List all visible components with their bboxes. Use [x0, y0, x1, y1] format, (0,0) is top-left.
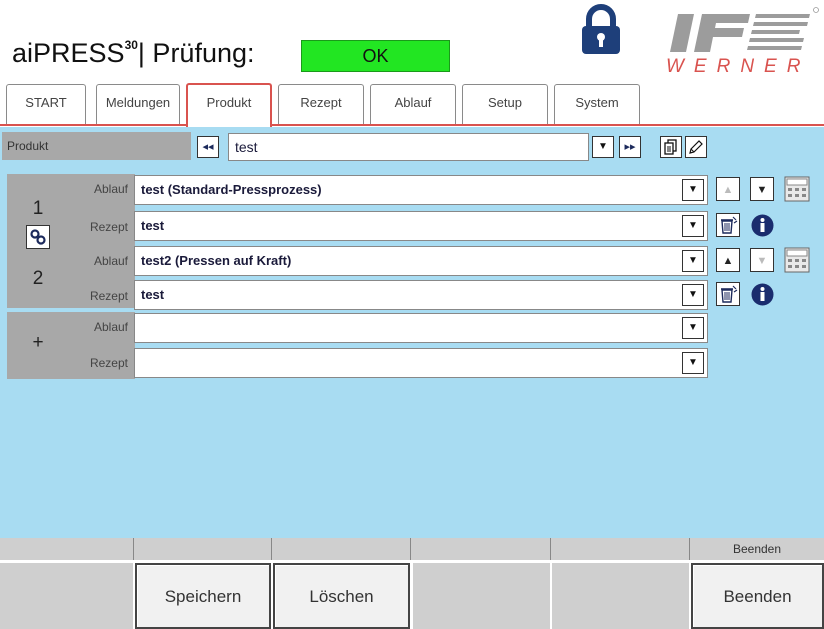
arrow-up-icon: ▲: [722, 255, 734, 267]
step-1-move-up-button[interactable]: ▲: [716, 177, 740, 201]
step-2-move-down-button[interactable]: ▼: [750, 248, 774, 272]
dropdown-arrow-icon: ▼: [688, 289, 698, 300]
next-product-button[interactable]: ▸▸: [619, 136, 641, 158]
dropdown-arrow-icon: ▼: [688, 184, 698, 195]
double-right-arrow-icon: ▸▸: [624, 141, 636, 153]
footer-bar-5: [551, 538, 690, 560]
step-2-delete-button[interactable]: [716, 282, 740, 306]
step-1-move-down-button[interactable]: ▼: [750, 177, 774, 201]
product-field[interactable]: test: [228, 133, 589, 161]
copy-product-button[interactable]: [660, 136, 682, 158]
tab-start[interactable]: START: [6, 84, 86, 124]
new-step-ablauf-label: Ablauf: [93, 320, 128, 334]
new-step-ablauf-field[interactable]: [134, 313, 708, 343]
new-step-rezept-dropdown[interactable]: ▼: [682, 352, 704, 374]
trash-icon: [721, 285, 738, 303]
edit-product-button[interactable]: [685, 136, 707, 158]
dropdown-arrow-icon: ▼: [598, 141, 608, 152]
arrow-down-icon: ▼: [756, 184, 768, 196]
step-2-rezept-label: Rezept: [89, 289, 128, 303]
step-1-delete-button[interactable]: [716, 213, 740, 237]
tab-produkt[interactable]: Produkt: [186, 83, 272, 127]
dropdown-arrow-icon: ▼: [688, 255, 698, 266]
dropdown-arrow-icon: ▼: [688, 220, 698, 231]
info-icon: [751, 214, 774, 237]
calculator-icon: [784, 247, 810, 273]
calculator-icon: [784, 176, 810, 202]
arrow-up-icon: ▲: [722, 184, 734, 196]
step-1-ablauf-label: Ablauf: [93, 182, 128, 196]
app-name: aiPRESS: [12, 38, 125, 68]
step-number-2: 2: [32, 268, 44, 289]
lock-icon[interactable]: [578, 4, 624, 56]
trash-icon: [721, 216, 738, 234]
copy-icon: [664, 139, 677, 155]
footer-bar-1: [0, 538, 134, 560]
logo-text: WERNER: [666, 56, 811, 77]
page-title: aiPRESS30| Prüfung:: [12, 38, 255, 69]
arrow-down-icon: ▼: [756, 255, 768, 267]
company-logo: WERNER: [660, 6, 820, 80]
add-step-symbol[interactable]: +: [28, 332, 48, 354]
dropdown-arrow-icon: ▼: [688, 322, 698, 333]
delete-button[interactable]: Löschen: [273, 563, 410, 629]
product-dropdown-button[interactable]: ▼: [592, 136, 614, 158]
step-2-rezept-dropdown[interactable]: ▼: [682, 284, 704, 306]
step-2-ablauf-label: Ablauf: [93, 254, 128, 268]
step-2-info-button[interactable]: [751, 283, 774, 306]
footer-button-empty-1: [0, 563, 133, 629]
new-step-ablauf-dropdown[interactable]: ▼: [682, 317, 704, 339]
double-left-arrow-icon: ◂◂: [202, 141, 214, 153]
step-1-rezept-dropdown[interactable]: ▼: [682, 215, 704, 237]
step-2-move-up-button[interactable]: ▲: [716, 248, 740, 272]
tab-underline: [0, 124, 824, 126]
check-label: | Prüfung:: [137, 38, 255, 68]
pencil-icon: [689, 140, 703, 154]
tab-meldungen[interactable]: Meldungen: [96, 84, 180, 124]
footer-button-empty-2: [413, 563, 550, 629]
prev-product-button[interactable]: ◂◂: [197, 136, 219, 158]
step-2-ablauf-field[interactable]: test2 (Pressen auf Kraft): [134, 246, 708, 276]
footer-button-empty-3: [552, 563, 689, 629]
step-1-ablauf-field[interactable]: test (Standard-Pressprozess): [134, 175, 708, 205]
info-icon: [751, 283, 774, 306]
step-2-rezept-field[interactable]: test: [134, 280, 708, 310]
tab-ablauf[interactable]: Ablauf: [370, 84, 456, 124]
dropdown-arrow-icon: ▼: [688, 357, 698, 368]
save-button[interactable]: Speichern: [135, 563, 271, 629]
status-badge: OK: [301, 40, 450, 72]
footer-bar-6: Beenden: [690, 538, 824, 560]
step-1-info-button[interactable]: [751, 214, 774, 237]
link-steps-button[interactable]: [26, 225, 50, 249]
step-1-calculator-button[interactable]: [784, 176, 810, 202]
tab-setup[interactable]: Setup: [462, 84, 548, 124]
step-number-1: 1: [32, 198, 44, 219]
app-version-sup: 30: [124, 38, 138, 52]
chain-link-icon: [30, 229, 46, 245]
step-2-ablauf-dropdown[interactable]: ▼: [682, 250, 704, 272]
product-label: Produkt: [2, 132, 191, 160]
tab-system[interactable]: System: [554, 84, 640, 124]
footer-bar-2: [134, 538, 272, 560]
step-1-rezept-label: Rezept: [89, 220, 128, 234]
new-step-rezept-field[interactable]: [134, 348, 708, 378]
new-step-rezept-label: Rezept: [89, 356, 128, 370]
step-1-ablauf-dropdown[interactable]: ▼: [682, 179, 704, 201]
step-1-rezept-field[interactable]: test: [134, 211, 708, 241]
footer-bar-3: [272, 538, 411, 560]
step-2-calculator-button[interactable]: [784, 247, 810, 273]
tab-rezept[interactable]: Rezept: [278, 84, 364, 124]
footer-bar-4: [411, 538, 551, 560]
quit-button[interactable]: Beenden: [691, 563, 824, 629]
